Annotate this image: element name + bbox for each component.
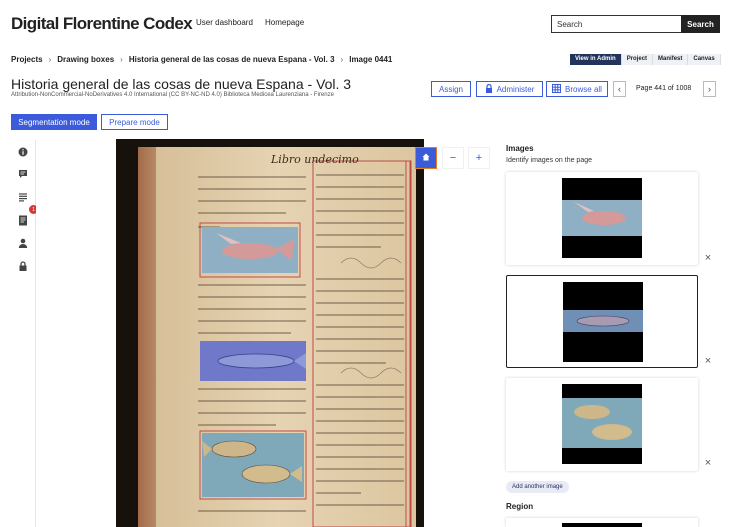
image-thumbnail [562,178,642,258]
view-tabs: View in Admin Project Manifest Canvas [570,54,721,65]
images-panel-subtitle: Identify images on the page [506,157,593,164]
segmentation-mode-button[interactable]: Segmentation mode [11,114,97,130]
tab-view-in-admin[interactable]: View in Admin [570,54,622,65]
breadcrumb-volume[interactable]: Historia general de las cosas de nueva E… [129,55,335,64]
region-title: Region [506,502,534,511]
document-icon[interactable] [17,214,29,226]
browse-all-button[interactable]: Browse all [546,81,608,97]
chevron-right-icon: › [708,84,711,94]
prev-page-button[interactable]: ‹ [613,81,626,97]
prepare-mode-button[interactable]: Prepare mode [101,114,168,130]
region-preview [506,518,698,527]
image-card-selected[interactable] [506,275,698,368]
list-icon[interactable] [17,191,29,203]
breadcrumb-projects[interactable]: Projects [11,55,43,64]
region-thumbnail [562,523,642,527]
chevron-right-icon: › [340,55,344,64]
add-image-button[interactable]: Add another image [506,481,569,493]
nav-link-homepage[interactable]: Homepage [265,18,304,27]
image-thumbnail [563,282,643,362]
chevron-left-icon: ‹ [618,84,621,94]
lock-icon[interactable] [17,260,29,272]
image-card[interactable] [506,378,698,471]
search-input[interactable] [551,15,681,33]
close-icon[interactable]: × [703,458,713,469]
grid-icon [552,83,562,95]
next-page-button[interactable]: › [703,81,716,97]
tab-canvas[interactable]: Canvas [688,54,721,65]
image-card[interactable] [506,172,698,265]
images-panel-title: Images [506,144,534,153]
chevron-right-icon: › [48,55,52,64]
page-title: Historia general de las cosas de nueva E… [11,76,352,92]
close-icon[interactable]: × [703,356,713,367]
assign-button[interactable]: Assign [431,81,471,97]
browse-all-label: Browse all [565,84,602,94]
nav-link-user-dashboard[interactable]: User dashboard [196,18,253,27]
lock-icon [485,83,493,95]
page-indicator: Page 441 of 1008 [636,85,692,92]
top-nav: Digital Florentine Codex User dashboard … [0,0,729,46]
sidebar: 1 [10,140,38,527]
chevron-right-icon: › [120,55,123,64]
home-icon [422,152,430,164]
home-zoom-button[interactable] [415,147,437,169]
manuscript-page-image[interactable]: Libro undecimo [116,139,424,527]
assign-label: Assign [438,84,463,94]
license-text: Attribution-NonCommercial-NoDerivatives … [11,92,334,98]
administer-label: Administer [496,84,535,94]
zoom-in-button[interactable]: + [468,147,490,169]
user-icon[interactable] [17,237,29,249]
brand-logo[interactable]: Digital Florentine Codex [11,14,193,34]
close-icon[interactable]: × [703,253,713,264]
tab-project[interactable]: Project [621,54,654,65]
zoom-out-button[interactable]: − [442,147,464,169]
image-viewer[interactable]: Libro undecimo [36,138,498,527]
image-thumbnail [562,384,642,464]
search-button[interactable]: Search [681,15,720,33]
breadcrumb: Projects › Drawing boxes › Historia gene… [11,55,392,64]
tab-manifest[interactable]: Manifest [653,54,689,65]
breadcrumb-drawing-boxes[interactable]: Drawing boxes [57,55,114,64]
info-icon[interactable] [17,146,29,158]
administer-button[interactable]: Administer [476,81,543,97]
page-heading: Libro undecimo [270,153,359,166]
breadcrumb-image: Image 0441 [349,55,393,64]
comment-icon[interactable] [17,168,29,180]
